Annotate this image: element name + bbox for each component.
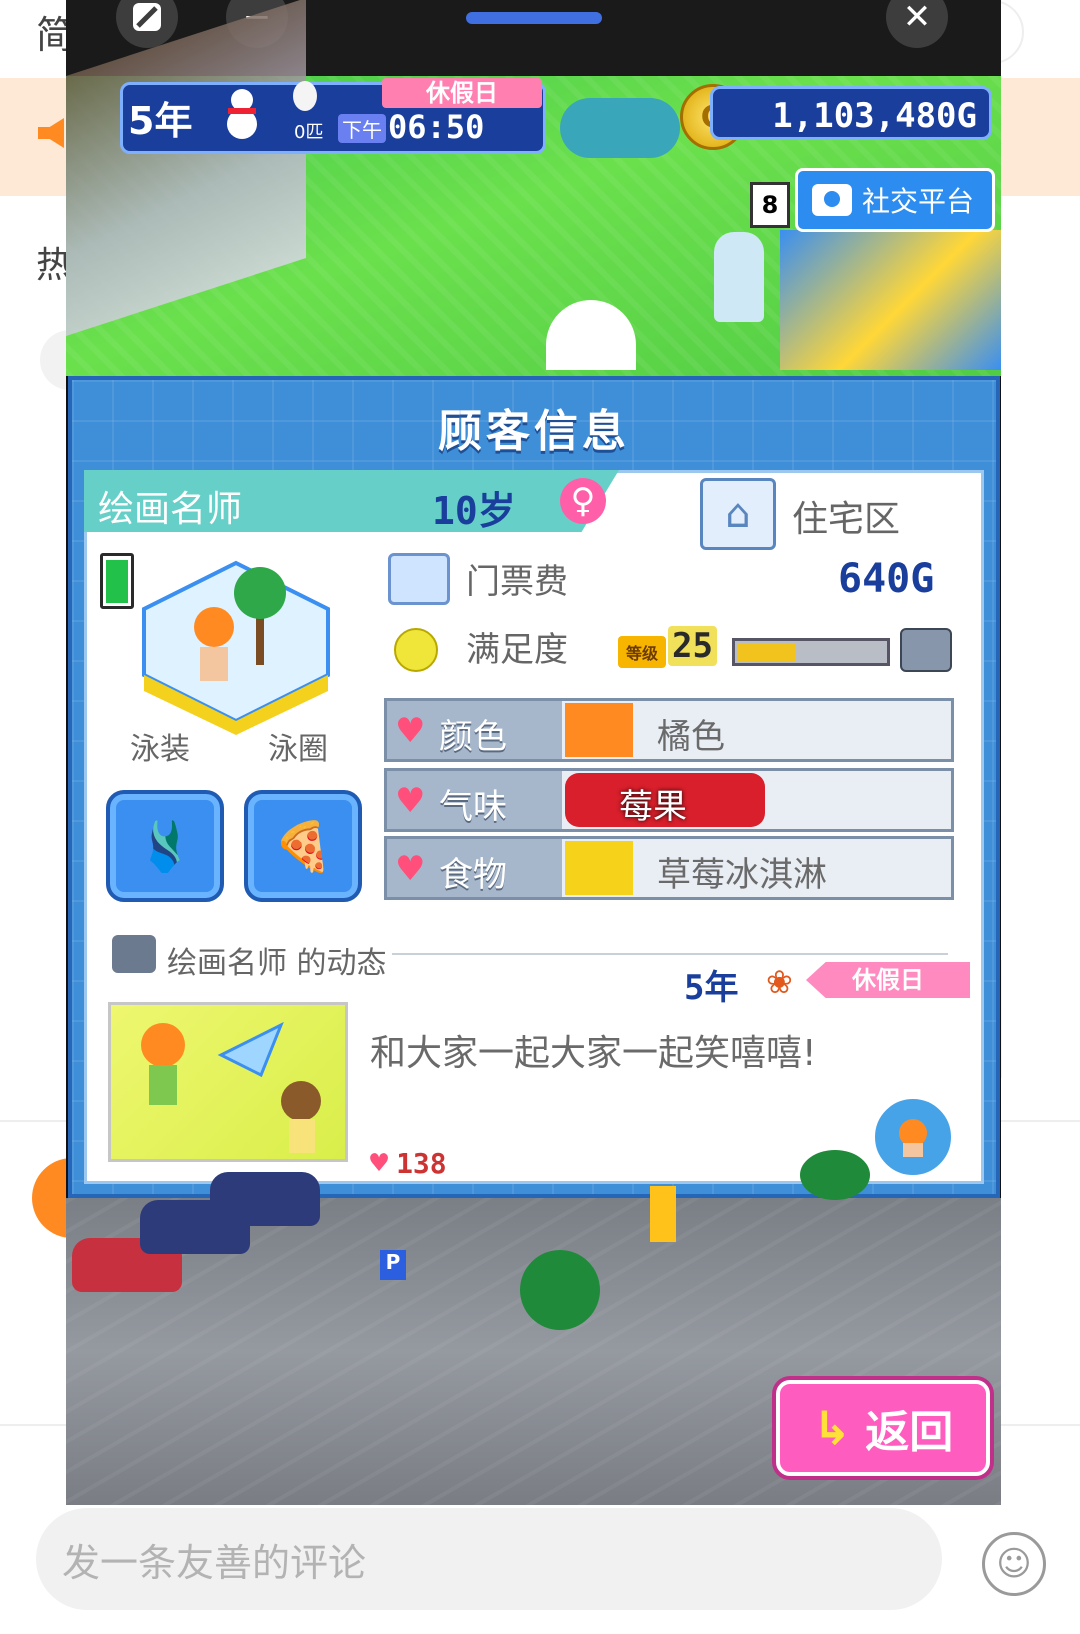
- preference-key: 气味: [439, 787, 507, 827]
- ticket-price: 640G: [838, 556, 935, 602]
- heart-icon: ♥: [370, 1146, 389, 1181]
- female-icon: ♀: [560, 478, 606, 524]
- dialog-title: 顾客信息: [438, 406, 630, 457]
- pizza-float-icon: 🍕: [273, 818, 333, 875]
- customer-avatar[interactable]: [872, 1096, 954, 1178]
- level-tag: 等级: [618, 636, 666, 668]
- preference-key: 食物: [439, 855, 507, 895]
- hud-snowman-count: 0匹: [294, 122, 324, 143]
- parking-sign-icon: P: [380, 1250, 406, 1280]
- satisfaction-bar: [732, 638, 890, 666]
- heart-icon: ♥: [395, 781, 426, 821]
- maple-leaf-icon: ❀: [766, 963, 793, 1001]
- like-count[interactable]: ♥ 138: [370, 1146, 447, 1181]
- photo-camera-icon[interactable]: [900, 628, 952, 672]
- ticket-label: 门票费: [466, 562, 568, 602]
- preference-value: 莓果: [619, 787, 687, 827]
- activity-photo[interactable]: [108, 1002, 348, 1162]
- activity-holiday-badge: 休假日: [806, 962, 970, 998]
- hud-money: 1,103,480G: [710, 86, 992, 140]
- camera-icon: [112, 935, 156, 973]
- heart-icon: ♥: [395, 849, 426, 889]
- hud-holiday-badge: 休假日: [382, 78, 542, 108]
- orange-color-icon: [565, 703, 633, 757]
- hud-ampm: 下午: [338, 114, 386, 143]
- level-value: 25: [668, 626, 717, 666]
- house-icon: ⌂: [700, 478, 776, 550]
- preference-row-food: ♥ 食物 草莓冰淇淋: [384, 836, 954, 900]
- scene-car-blue-2: [210, 1172, 320, 1226]
- social-platform-label: 社交平台: [862, 185, 975, 218]
- scene-pool: [780, 230, 1001, 370]
- return-arrow-icon: ↳: [812, 1401, 852, 1455]
- gear-label-swimsuit: 泳装: [130, 732, 190, 767]
- preference-key: 颜色: [439, 717, 507, 757]
- window-drag-handle[interactable]: [466, 12, 602, 24]
- activity-year: 5年: [684, 968, 739, 1008]
- customer-district: 住宅区: [792, 499, 901, 540]
- heart-icon: ♥: [395, 711, 426, 751]
- camera-icon: [812, 184, 852, 216]
- scene-tree: [520, 1250, 600, 1330]
- ticket-icon: [388, 553, 450, 605]
- activity-post-text: 和大家一起大家一起笑嘻嘻!: [370, 1033, 817, 1074]
- like-count-value: 138: [396, 1147, 447, 1180]
- scene-fish-statue: [560, 98, 680, 158]
- activity-title: 绘画名师 的动态: [167, 946, 387, 981]
- satisfaction-label: 满足度: [466, 630, 568, 670]
- customer-age: 10岁: [432, 489, 516, 533]
- comment-input[interactable]: 发一条友善的评论: [36, 1508, 942, 1610]
- snowman-icon: [218, 84, 266, 140]
- ice-cream-icon: [565, 841, 633, 895]
- smile-icon: [394, 628, 438, 672]
- return-button-label: 返回: [865, 1407, 954, 1458]
- preference-value: 草莓冰淇淋: [657, 855, 827, 895]
- battery-icon: [100, 553, 134, 609]
- sign-number: 8: [750, 182, 790, 228]
- return-button[interactable]: ↳ 返回: [776, 1380, 990, 1476]
- activity-divider: [392, 953, 948, 955]
- gear-label-float: 泳圈: [268, 732, 328, 767]
- scene-tree-2: [800, 1150, 870, 1200]
- swimsuit-button[interactable]: 🩱: [106, 790, 224, 902]
- swim-ring-button[interactable]: 🍕: [244, 790, 362, 902]
- swimsuit-icon: 🩱: [135, 818, 195, 875]
- social-platform-button[interactable]: 社交平台: [795, 168, 995, 232]
- preference-row-scent: ♥ 气味 莓果: [384, 768, 954, 832]
- preference-value: 橘色: [657, 717, 725, 757]
- ghost-icon: [290, 80, 320, 116]
- emoji-icon[interactable]: ☺: [982, 1532, 1046, 1596]
- hud-time: 06:50: [388, 108, 485, 146]
- scene-character: [650, 1186, 676, 1242]
- satisfaction-bar-fill: [737, 643, 796, 661]
- comment-placeholder: 发一条友善的评论: [62, 1540, 367, 1585]
- customer-name: 绘画名师: [98, 489, 243, 530]
- hud-year: 5年: [128, 99, 193, 143]
- scene-statue: [714, 232, 764, 322]
- preference-row-color: ♥ 颜色 橘色: [384, 698, 954, 762]
- customer-room-illustration: [136, 555, 336, 735]
